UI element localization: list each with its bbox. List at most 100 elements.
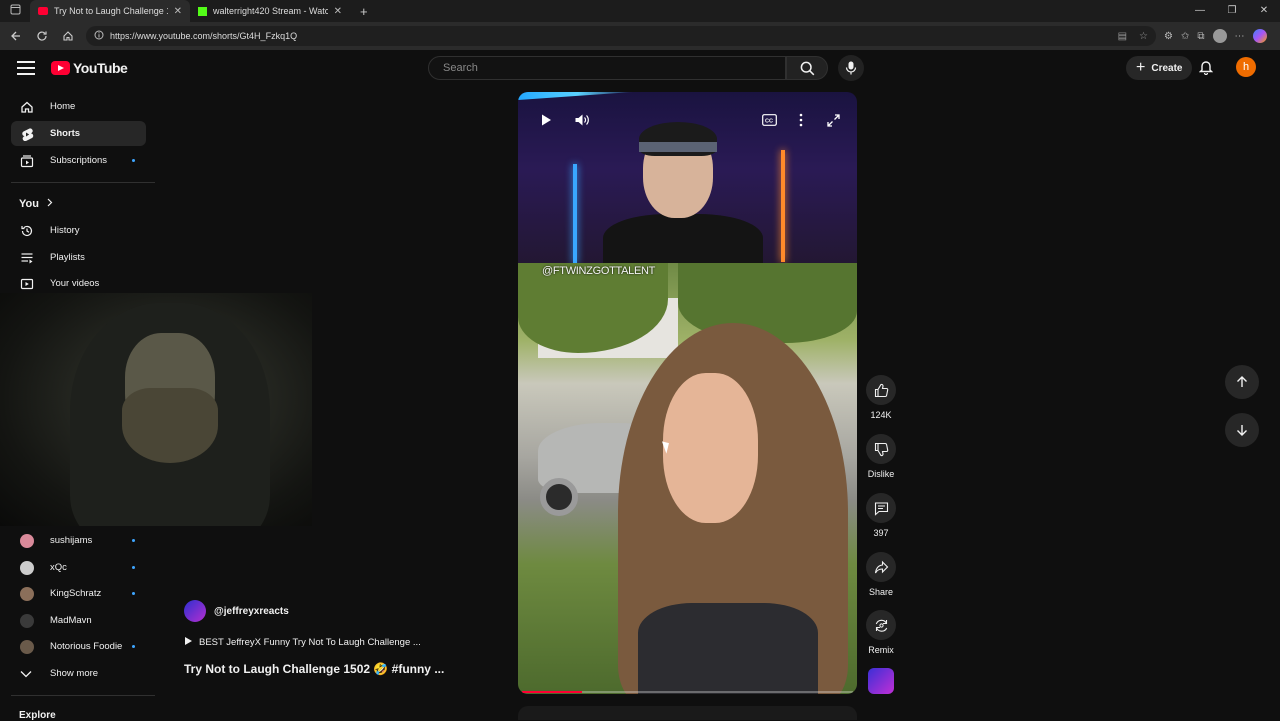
sound-channel-thumbnail[interactable] <box>868 668 894 694</box>
info-icon[interactable] <box>94 30 104 42</box>
video-progress-bar[interactable] <box>522 691 853 693</box>
menu-icon[interactable] <box>17 61 35 75</box>
sidebar-item-label: xQc <box>50 562 67 573</box>
home-icon[interactable] <box>56 24 80 48</box>
sidebar-item-label: Subscriptions <box>50 155 108 166</box>
comments-button[interactable]: 397 <box>864 493 898 538</box>
tab-title: Try Not to Laugh Challenge 1502 <box>54 6 168 16</box>
maximize-icon[interactable]: ❐ <box>1216 0 1248 22</box>
next-short-button[interactable] <box>1225 413 1259 447</box>
copilot-icon[interactable] <box>1252 29 1267 43</box>
more-options-button[interactable] <box>791 110 811 130</box>
more-vertical-icon <box>799 113 803 127</box>
window-menu-icon[interactable] <box>0 4 30 18</box>
previous-short-button[interactable] <box>1225 365 1259 399</box>
sidebar-item-label: Notorious Foodie <box>50 641 123 652</box>
playlist-title[interactable]: BEST JeffreyX Funny Try Not To Laugh Cha… <box>199 637 421 648</box>
back-icon[interactable] <box>4 24 28 48</box>
sidebar-show-more[interactable]: Show more <box>11 661 146 686</box>
url-text[interactable]: https://www.youtube.com/shorts/Gt4H_Fzkq… <box>110 31 297 41</box>
playlists-icon <box>11 251 41 265</box>
home-icon <box>11 100 41 114</box>
channel-avatar[interactable] <box>184 600 206 622</box>
shorts-video-player[interactable]: @FTWINZGOTTALENT CC <box>518 92 857 694</box>
sidebar-item-label: Show more <box>50 668 99 679</box>
sidebar-you-header[interactable]: You <box>19 198 53 210</box>
channel-avatar <box>20 639 34 654</box>
favorites-icon[interactable]: ✩ <box>1181 31 1189 42</box>
sidebar-item-home[interactable]: Home <box>11 94 146 119</box>
your-videos-icon <box>11 277 41 291</box>
play-icon <box>542 114 551 126</box>
play-button[interactable] <box>536 110 556 130</box>
short-title[interactable]: Try Not to Laugh Challenge 1502 🤣 #funny… <box>184 662 444 676</box>
sidebar-divider <box>11 182 155 183</box>
webcam-overlay <box>0 293 312 526</box>
sidebar-subscription-xqc[interactable]: xQc <box>11 555 146 580</box>
sidebar-item-subscriptions[interactable]: Subscriptions <box>11 148 146 173</box>
close-tab-icon[interactable]: ✕ <box>334 6 342 17</box>
collections-icon[interactable]: ⧉ <box>1197 31 1204 42</box>
refresh-icon[interactable] <box>30 24 54 48</box>
youtube-logo[interactable]: YouTube <box>51 60 128 76</box>
more-menu-icon[interactable]: ⋯ <box>1235 31 1245 42</box>
tab-youtube[interactable]: Try Not to Laugh Challenge 1502 ✕ <box>30 0 190 22</box>
sidebar-subscription-sushijams[interactable]: sushijams <box>11 528 146 553</box>
kick-favicon-icon <box>198 6 207 16</box>
channel-avatar <box>20 586 34 601</box>
microphone-icon <box>845 61 857 75</box>
svg-text:CC: CC <box>765 118 773 124</box>
sidebar-item-playlists[interactable]: Playlists <box>11 245 146 270</box>
sidebar-item-label: History <box>50 225 80 236</box>
captions-button[interactable]: CC <box>759 110 779 130</box>
comment-icon <box>874 501 888 516</box>
fullscreen-button[interactable] <box>823 110 843 130</box>
share-label: Share <box>868 587 894 597</box>
channel-avatar <box>20 533 34 548</box>
close-tab-icon[interactable]: ✕ <box>174 6 182 17</box>
dislike-label: Dislike <box>867 469 895 479</box>
account-avatar[interactable]: h <box>1236 57 1256 77</box>
share-icon <box>874 560 888 573</box>
close-window-icon[interactable]: ✕ <box>1248 0 1280 22</box>
create-button[interactable]: + Create <box>1126 56 1193 80</box>
minimize-icon[interactable]: — <box>1184 0 1216 22</box>
playlist-play-icon <box>184 636 193 649</box>
volume-button[interactable] <box>572 110 592 130</box>
video-watermark: @FTWINZGOTTALENT <box>542 265 656 277</box>
live-dot <box>132 566 135 569</box>
sidebar-item-shorts[interactable]: Shorts <box>11 121 146 146</box>
channel-avatar <box>20 613 34 628</box>
favorite-star-icon[interactable]: ☆ <box>1139 31 1148 42</box>
tab-title: walterright420 Stream - Watch Li <box>213 6 328 16</box>
sidebar-subscription-kingschratz[interactable]: KingSchratz <box>11 581 146 606</box>
volume-icon <box>575 114 589 126</box>
sidebar-subscription-madmavn[interactable]: MadMavn <box>11 608 146 633</box>
search-input[interactable]: Search <box>428 56 786 80</box>
dislike-button[interactable]: Dislike <box>864 434 898 479</box>
live-dot <box>132 592 135 595</box>
channel-name[interactable]: @jeffreyxreacts <box>214 606 289 617</box>
sidebar-item-label: KingSchratz <box>50 588 102 599</box>
like-button[interactable]: 124K <box>864 375 898 420</box>
logo-text: YouTube <box>73 60 128 76</box>
plus-icon: + <box>1136 59 1146 76</box>
reader-mode-icon[interactable]: ▤ <box>1118 31 1127 42</box>
notifications-bell-icon[interactable] <box>1198 59 1214 80</box>
search-button[interactable] <box>786 56 828 80</box>
live-dot <box>132 539 135 542</box>
profile-avatar[interactable] <box>1212 29 1227 43</box>
voice-search-button[interactable] <box>838 55 864 81</box>
tab-kick[interactable]: walterright420 Stream - Watch Li ✕ <box>190 0 350 22</box>
extensions-icon[interactable]: ⚙ <box>1164 31 1173 42</box>
subscriptions-icon <box>11 154 41 168</box>
share-button[interactable]: Share <box>864 552 898 597</box>
short-playlist-link[interactable]: BEST JeffreyX Funny Try Not To Laugh Cha… <box>184 636 421 649</box>
youtube-favicon-icon <box>38 7 48 15</box>
short-channel-row[interactable]: @jeffreyxreacts <box>184 600 289 622</box>
sidebar-item-history[interactable]: History <box>11 218 146 243</box>
address-bar[interactable]: https://www.youtube.com/shorts/Gt4H_Fzkq… <box>86 26 1156 46</box>
new-tab-icon[interactable]: + <box>350 4 378 19</box>
sidebar-subscription-notorious-foodie[interactable]: Notorious Foodie <box>11 634 146 659</box>
remix-button[interactable]: Remix <box>864 610 898 655</box>
